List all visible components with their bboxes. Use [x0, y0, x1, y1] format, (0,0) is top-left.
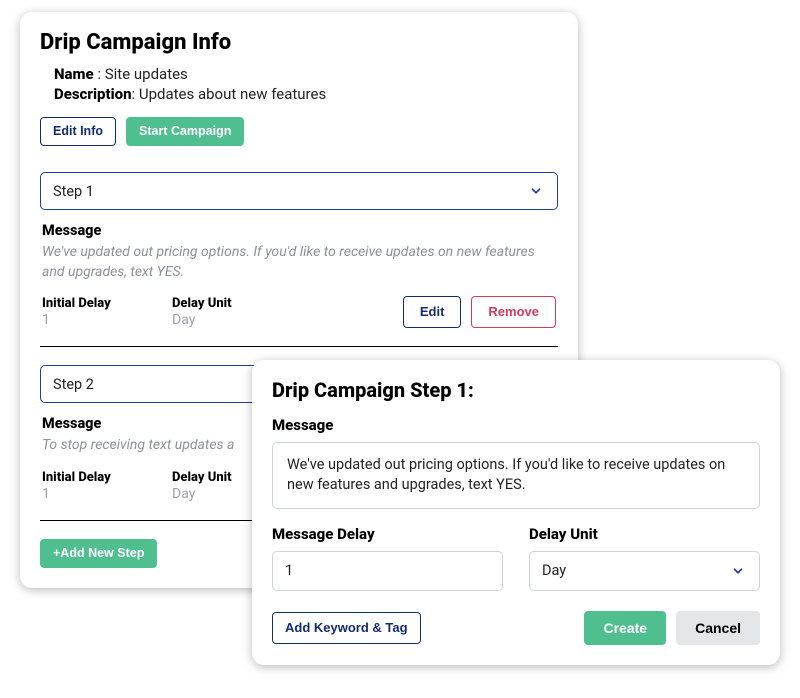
editor-unit-label: Delay Unit — [529, 525, 760, 543]
step-1-header[interactable]: Step 1 — [40, 172, 558, 210]
campaign-desc-sep: : — [132, 85, 139, 103]
add-new-step-button[interactable]: +Add New Step — [40, 539, 157, 568]
step-editor-card: Drip Campaign Step 1: Message We've upda… — [252, 360, 780, 665]
editor-footer: Add Keyword & Tag Create Cancel — [272, 611, 760, 646]
editor-unit-select[interactable]: Day — [529, 551, 760, 591]
step-1-message-heading: Message — [42, 222, 556, 239]
step-1-initial-delay-value: 1 — [42, 312, 142, 328]
step-2-initial-delay: Initial Delay 1 — [42, 470, 142, 502]
step-1-initial-delay-label: Initial Delay — [42, 296, 142, 311]
editor-message-label: Message — [272, 416, 760, 434]
edit-info-button[interactable]: Edit Info — [40, 117, 116, 146]
editor-message-input[interactable]: We've updated out pricing options. If yo… — [272, 442, 760, 509]
step-1-initial-delay: Initial Delay 1 — [42, 296, 142, 328]
campaign-name-row: Name : Site updates — [54, 65, 558, 83]
editor-unit-value: Day — [542, 562, 566, 579]
step-1-message-body: We've updated out pricing options. If yo… — [42, 243, 556, 282]
chevron-down-icon — [529, 184, 543, 198]
step-2-initial-delay-value: 1 — [42, 486, 142, 502]
step-2-label: Step 2 — [53, 376, 94, 393]
step-2-initial-delay-label: Initial Delay — [42, 470, 142, 485]
start-campaign-button[interactable]: Start Campaign — [126, 117, 244, 146]
add-keyword-tag-button[interactable]: Add Keyword & Tag — [272, 612, 421, 644]
info-button-row: Edit Info Start Campaign — [40, 117, 558, 146]
step-1-actions: Edit Remove — [403, 296, 556, 328]
chevron-down-icon — [731, 564, 745, 578]
step-1-label: Step 1 — [53, 183, 94, 200]
cancel-button[interactable]: Cancel — [676, 611, 760, 646]
editor-delay-label: Message Delay — [272, 525, 503, 543]
campaign-name-value: Site updates — [105, 65, 188, 83]
editor-delay-value: 1 — [285, 562, 293, 579]
campaign-name-sep: : — [97, 65, 104, 83]
create-button[interactable]: Create — [584, 611, 666, 646]
step-1-remove-button[interactable]: Remove — [471, 296, 556, 328]
campaign-name-label: Name — [54, 65, 97, 83]
step-1-delay-unit-label: Delay Unit — [172, 296, 272, 311]
campaign-desc-value: Updates about new features — [139, 85, 326, 103]
campaign-desc-label: Description — [54, 85, 132, 103]
step-editor-title: Drip Campaign Step 1: — [272, 378, 760, 402]
step-1-edit-button[interactable]: Edit — [403, 296, 462, 328]
step-1-delay-row: Initial Delay 1 Delay Unit Day Edit Remo… — [42, 296, 556, 328]
step-1-delay-unit-value: Day — [172, 312, 272, 328]
campaign-info-title: Drip Campaign Info — [40, 30, 558, 55]
editor-delay-input[interactable]: 1 — [272, 551, 503, 591]
step-1-delay-unit: Delay Unit Day — [172, 296, 272, 328]
editor-unit-col: Delay Unit Day — [529, 525, 760, 591]
editor-delay-col: Message Delay 1 — [272, 525, 503, 591]
step-1-body: Message We've updated out pricing option… — [40, 222, 558, 347]
editor-delay-row: Message Delay 1 Delay Unit Day — [272, 525, 760, 591]
campaign-desc-row: Description: Updates about new features — [54, 85, 558, 103]
